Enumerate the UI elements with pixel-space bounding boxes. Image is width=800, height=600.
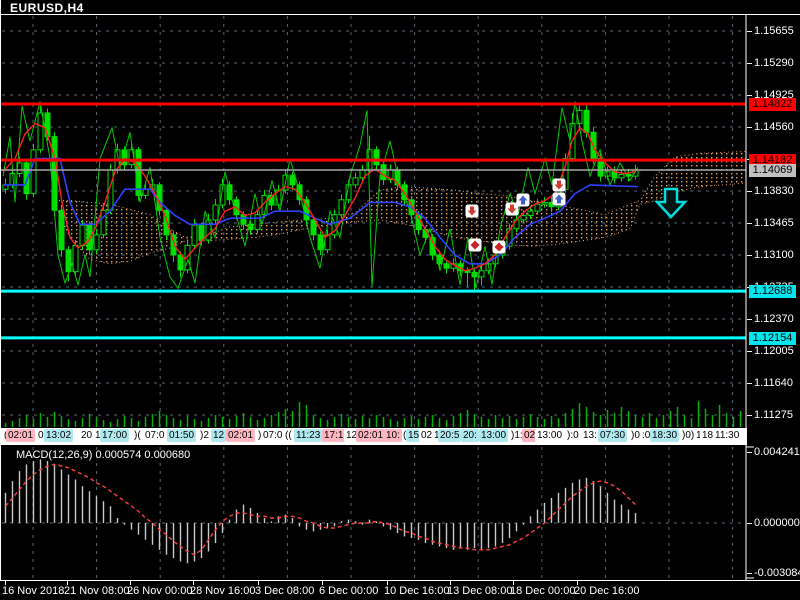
candle bbox=[177, 254, 184, 271]
candle bbox=[254, 214, 261, 231]
trade-time-label[interactable]: 17:00 bbox=[100, 429, 130, 442]
candle bbox=[541, 201, 548, 205]
date-axis-label: 21 Nov 08:00 bbox=[64, 585, 130, 597]
macd-axis-label: -0.003084 bbox=[754, 567, 800, 579]
date-axis-label: 28 Nov 16:00 bbox=[190, 585, 256, 597]
date-axis-label: 3 Dec 08:00 bbox=[255, 585, 315, 597]
price-axis-label: 1.13830 bbox=[754, 185, 794, 197]
candle bbox=[380, 164, 387, 181]
price-axis-label: 1.12005 bbox=[754, 345, 794, 357]
trade-time-label[interactable]: 07:0 bbox=[143, 429, 167, 442]
date-axis: 16 Nov 2018 21 Nov 08:00 26 Nov 00:00 28 No… bbox=[0, 581, 800, 600]
price-level-badge: 1.12154 bbox=[749, 331, 796, 345]
price-level-badge: 1.12688 bbox=[749, 284, 796, 298]
trade-arrow-up-marker[interactable] bbox=[516, 193, 530, 207]
trade-time-label[interactable]: 13: bbox=[581, 429, 599, 442]
trade-time-label[interactable]: 20 bbox=[79, 429, 95, 442]
macd-axis-label: 0.000000 bbox=[754, 517, 800, 529]
trade-time-label[interactable]: 02:01 bbox=[356, 429, 386, 442]
candle bbox=[72, 244, 79, 273]
candle bbox=[527, 210, 534, 217]
date-axis-label: 26 Nov 00:00 bbox=[127, 585, 193, 597]
trade-time-label[interactable]: 11:30 bbox=[713, 429, 742, 442]
trade-time-label[interactable]: 02:01 bbox=[226, 429, 256, 442]
candle bbox=[212, 204, 219, 221]
mt4-chart-window: EURUSD,H4 MACD(12,26,9) 0.000574 0.00068… bbox=[0, 0, 800, 600]
candle bbox=[58, 209, 65, 251]
candle bbox=[51, 136, 58, 211]
candle bbox=[317, 234, 324, 251]
time-strip: (02:01013:0220117:00)(07:001:50)21202:01… bbox=[0, 428, 747, 445]
volume-bars bbox=[4, 401, 742, 427]
trade-time-label[interactable]: 13:02 bbox=[44, 429, 74, 442]
diamond-marker[interactable] bbox=[492, 240, 506, 254]
candle bbox=[86, 224, 93, 251]
candle bbox=[310, 219, 317, 236]
trade-time-label[interactable]: 07:30 bbox=[598, 429, 628, 442]
trade-time-label[interactable]: 12 bbox=[211, 429, 227, 442]
price-axis-label: 1.14560 bbox=[754, 121, 794, 133]
time-strip-separator: )( bbox=[134, 430, 141, 441]
price-axis-label: 1.11640 bbox=[754, 377, 793, 389]
candlesticks bbox=[2, 103, 639, 291]
macd-signal-line bbox=[4, 463, 636, 556]
time-strip-separator: (( bbox=[285, 430, 292, 441]
trade-time-label[interactable]: 11:23 bbox=[294, 429, 323, 442]
macd-panel bbox=[4, 459, 637, 564]
candle bbox=[583, 109, 590, 133]
trade-time-label[interactable]: 01:50 bbox=[167, 429, 197, 442]
trade-arrow-up-marker[interactable] bbox=[552, 192, 566, 206]
price-level-badge: 1.14069 bbox=[749, 163, 796, 177]
trade-time-label[interactable]: 02:01 bbox=[6, 429, 36, 442]
trade-time-label[interactable]: 20: bbox=[461, 429, 479, 442]
trade-time-label[interactable]: 07:0 bbox=[261, 429, 285, 442]
trade-time-label[interactable]: 13:00 bbox=[479, 429, 509, 442]
price-axis-label: 1.13100 bbox=[754, 249, 794, 261]
trade-arrow-down-marker[interactable] bbox=[552, 178, 566, 192]
candle bbox=[93, 234, 100, 251]
candle bbox=[618, 173, 625, 179]
price-axis-label: 1.15290 bbox=[754, 57, 794, 69]
candle bbox=[338, 199, 345, 216]
chart-canvas[interactable] bbox=[0, 0, 800, 600]
time-strip-separator: )2 bbox=[200, 430, 209, 441]
candle bbox=[520, 215, 527, 221]
candle bbox=[100, 209, 107, 236]
date-axis-label: 10 Dec 16:00 bbox=[384, 585, 450, 597]
price-axis: 1.156551.152901.149251.145601.141951.138… bbox=[747, 0, 800, 600]
date-axis-label: 20 Dec 16:00 bbox=[574, 585, 640, 597]
candle bbox=[352, 177, 359, 186]
macd-indicator-label: MACD(12,26,9) 0.000574 0.000680 bbox=[16, 449, 191, 461]
time-strip-separator: ):0 bbox=[567, 430, 579, 441]
date-axis-label: 16 Nov 2018 bbox=[2, 585, 65, 597]
trade-time-label[interactable]: 13:00 bbox=[535, 429, 565, 442]
candle bbox=[534, 203, 541, 212]
date-axis-label: 6 Dec 00:00 bbox=[319, 585, 379, 597]
trade-time-label[interactable]: 10: bbox=[384, 429, 402, 442]
price-axis-label: 1.12370 bbox=[754, 313, 794, 325]
candle bbox=[191, 224, 198, 246]
trade-time-label[interactable]: 20:5 bbox=[438, 429, 462, 442]
date-axis-label: 18 Dec 00:00 bbox=[510, 585, 576, 597]
diamond-marker[interactable] bbox=[468, 238, 482, 252]
price-axis-label: 1.11275 bbox=[754, 409, 793, 421]
grid bbox=[2, 16, 745, 579]
trade-arrow-down-marker[interactable] bbox=[465, 204, 479, 218]
price-axis-label: 1.15655 bbox=[754, 25, 794, 37]
date-axis-label: 13 Dec 08:00 bbox=[447, 585, 513, 597]
trade-time-label[interactable]: 17:1 bbox=[322, 429, 346, 442]
candle bbox=[79, 224, 86, 246]
candle bbox=[205, 219, 212, 241]
macd-axis-label: 0.004241 bbox=[754, 446, 800, 458]
candle bbox=[443, 263, 450, 269]
symbol-title: EURUSD,H4 bbox=[10, 1, 84, 15]
candle bbox=[30, 149, 37, 195]
candle bbox=[373, 149, 380, 166]
trade-time-label[interactable]: 18:30 bbox=[650, 429, 680, 442]
price-level-badge: 1.14822 bbox=[749, 97, 796, 111]
candle bbox=[37, 112, 44, 151]
candle bbox=[289, 174, 296, 186]
price-axis-label: 1.13465 bbox=[754, 217, 794, 229]
